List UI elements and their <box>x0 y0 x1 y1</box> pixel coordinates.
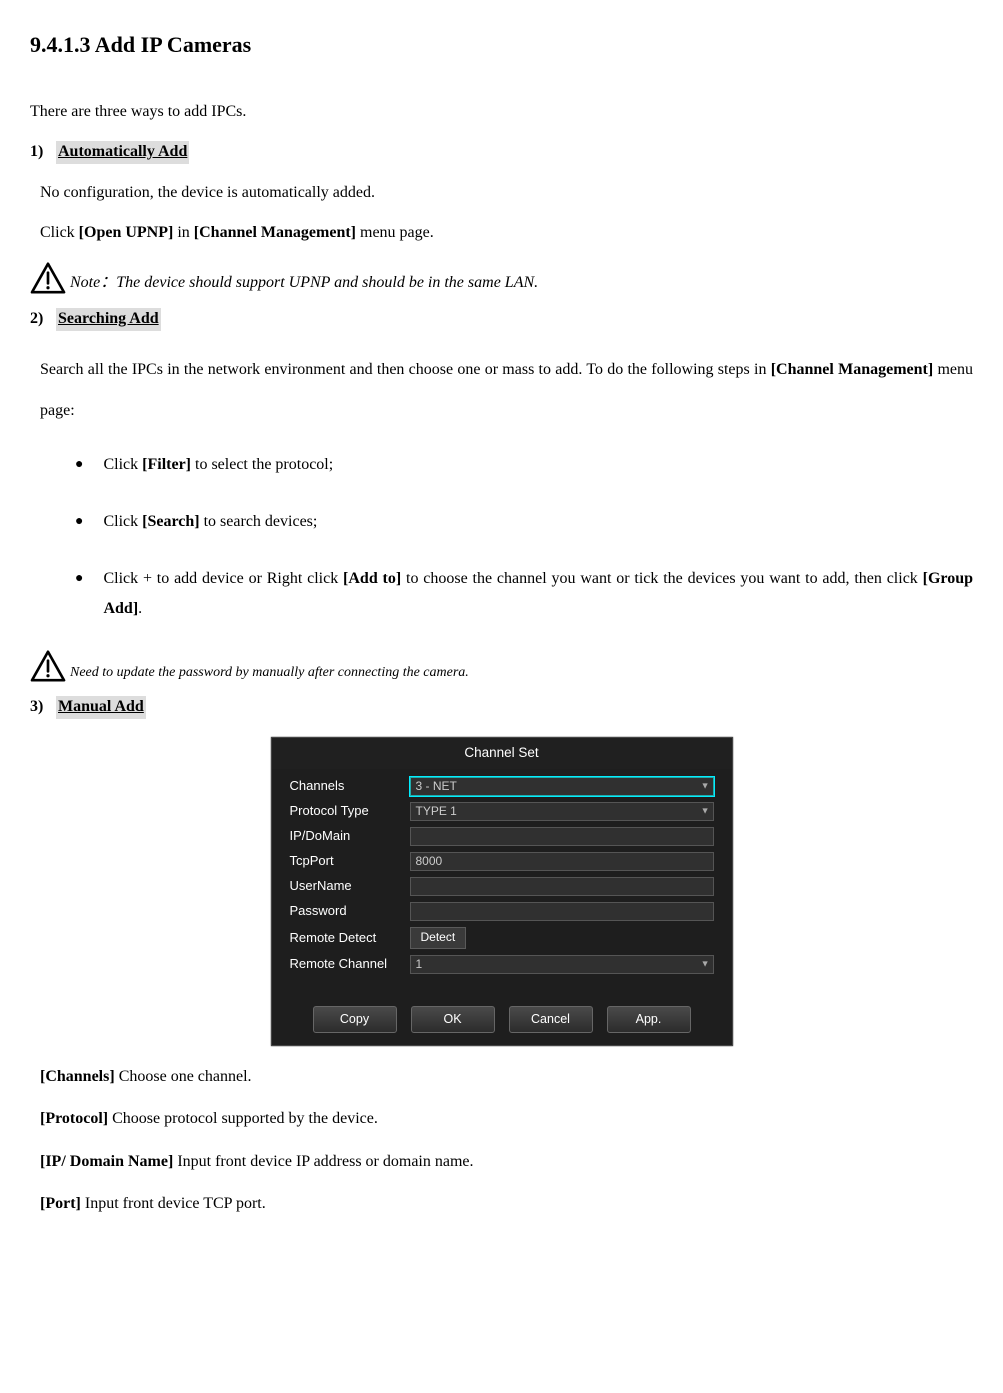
def-label: [Protocol] <box>40 1110 108 1127</box>
list-item: ● Click [Filter] to select the protocol; <box>75 450 973 481</box>
chevron-down-icon: ▼ <box>701 958 710 971</box>
def-channels: [Channels] Choose one channel. <box>40 1066 973 1088</box>
text: to select the protocol; <box>191 456 333 473</box>
text: Search all the IPCs in the network envir… <box>40 361 771 378</box>
channels-select[interactable]: 3 - NET ▼ <box>410 777 714 796</box>
method-2-desc: Search all the IPCs in the network envir… <box>40 349 973 432</box>
def-text: Input front device IP address or domain … <box>173 1153 473 1170</box>
text: . <box>138 600 142 617</box>
text: Click + to add device or Right click <box>103 570 343 587</box>
ok-button[interactable]: OK <box>411 1006 495 1034</box>
note-body: The device should support UPNP and shoul… <box>116 274 538 291</box>
channel-set-dialog: Channel Set Channels 3 - NET ▼ Protocol … <box>271 737 733 1046</box>
intro-text: There are three ways to add IPCs. <box>30 101 973 123</box>
tcp-value: 8000 <box>416 853 443 870</box>
tcp-row: TcpPort 8000 <box>290 852 714 871</box>
text: Click <box>103 456 142 473</box>
remote-channel-value: 1 <box>416 956 423 973</box>
def-text: Choose one channel. <box>115 1068 252 1085</box>
chevron-down-icon: ▼ <box>701 780 710 793</box>
protocol-select[interactable]: TYPE 1 ▼ <box>410 802 714 821</box>
password-input[interactable] <box>410 902 714 921</box>
channels-row: Channels 3 - NET ▼ <box>290 777 714 796</box>
addto-label: [Add to] <box>343 570 401 587</box>
detect-button[interactable]: Detect <box>410 927 467 949</box>
app-button[interactable]: App. <box>607 1006 691 1034</box>
dialog-footer: Copy OK Cancel App. <box>272 984 732 1044</box>
method-3-number: 3) <box>30 696 52 718</box>
section-heading: 9.4.1.3 Add IP Cameras <box>30 30 973 61</box>
method-1-number: 1) <box>30 141 52 163</box>
password-row: Password <box>290 902 714 921</box>
tcp-label: TcpPort <box>290 852 410 870</box>
channel-set-dialog-wrap: Channel Set Channels 3 - NET ▼ Protocol … <box>30 737 973 1046</box>
dialog-body: Channels 3 - NET ▼ Protocol Type TYPE 1 … <box>272 769 732 984</box>
password-label: Password <box>290 902 410 920</box>
warning-icon <box>30 650 66 682</box>
chevron-down-icon: ▼ <box>701 805 710 818</box>
ip-row: IP/DoMain <box>290 827 714 846</box>
note-1: Note：The device should support UPNP and … <box>30 262 973 294</box>
remote-channel-select[interactable]: 1 ▼ <box>410 955 714 974</box>
method-1-desc1: No configuration, the device is automati… <box>40 182 973 204</box>
definition-list: [Channels] Choose one channel. [Protocol… <box>40 1066 973 1216</box>
def-label: [IP/ Domain Name] <box>40 1153 173 1170</box>
protocol-label: Protocol Type <box>290 802 410 820</box>
remote-channel-row: Remote Channel 1 ▼ <box>290 955 714 974</box>
search-label: [Search] <box>142 513 199 530</box>
note-label: Note： <box>70 274 116 291</box>
text: menu page. <box>356 224 434 241</box>
def-label: [Channels] <box>40 1068 115 1085</box>
protocol-value: TYPE 1 <box>416 803 457 820</box>
method-2: 2) Searching Add <box>30 308 973 330</box>
method-3-title: Manual Add <box>56 696 146 718</box>
ip-label: IP/DoMain <box>290 827 410 845</box>
dialog-title: Channel Set <box>272 738 732 769</box>
method-1: 1) Automatically Add <box>30 141 973 163</box>
channels-value: 3 - NET <box>416 778 457 795</box>
bullet-icon: ● <box>75 450 83 481</box>
channel-mgmt-label2: [Channel Management] <box>771 361 933 378</box>
def-text: Choose protocol supported by the device. <box>108 1110 378 1127</box>
username-row: UserName <box>290 877 714 896</box>
def-label: [Port] <box>40 1195 81 1212</box>
text: to search devices; <box>200 513 318 530</box>
tcp-input[interactable]: 8000 <box>410 852 714 871</box>
warning-icon <box>30 262 66 294</box>
bullet-icon: ● <box>75 507 83 538</box>
remote-detect-label: Remote Detect <box>290 929 410 947</box>
note-2: Need to update the password by manually … <box>30 650 973 682</box>
note-1-text: Note：The device should support UPNP and … <box>70 272 538 294</box>
username-label: UserName <box>290 877 410 895</box>
def-text: Input front device TCP port. <box>81 1195 266 1212</box>
text: Click <box>40 224 79 241</box>
text: Click <box>103 513 142 530</box>
channels-label: Channels <box>290 777 410 795</box>
def-protocol: [Protocol] Choose protocol supported by … <box>40 1108 973 1130</box>
def-port: [Port] Input front device TCP port. <box>40 1193 973 1215</box>
text: to choose the channel you want or tick t… <box>401 570 922 587</box>
ip-input[interactable] <box>410 827 714 846</box>
list-item: ● Click [Search] to search devices; <box>75 507 973 538</box>
method-2-number: 2) <box>30 308 52 330</box>
filter-label: [Filter] <box>142 456 191 473</box>
remote-detect-row: Remote Detect Detect <box>290 927 714 949</box>
def-ipdomain: [IP/ Domain Name] Input front device IP … <box>40 1151 973 1173</box>
bullet-icon: ● <box>75 564 83 625</box>
remote-channel-label: Remote Channel <box>290 955 410 973</box>
open-upnp-label: [Open UPNP] <box>79 224 174 241</box>
method-1-desc2: Click [Open UPNP] in [Channel Management… <box>40 222 973 244</box>
text: in <box>173 224 193 241</box>
username-input[interactable] <box>410 877 714 896</box>
method-1-title: Automatically Add <box>56 141 189 163</box>
method-3: 3) Manual Add <box>30 696 973 718</box>
note-2-text: Need to update the password by manually … <box>70 663 469 683</box>
cancel-button[interactable]: Cancel <box>509 1006 593 1034</box>
method-2-title: Searching Add <box>56 308 161 330</box>
protocol-row: Protocol Type TYPE 1 ▼ <box>290 802 714 821</box>
copy-button[interactable]: Copy <box>313 1006 397 1034</box>
channel-mgmt-label: [Channel Management] <box>194 224 356 241</box>
bullet-list: ● Click [Filter] to select the protocol;… <box>75 450 973 624</box>
list-item: ● Click + to add device or Right click [… <box>75 564 973 625</box>
